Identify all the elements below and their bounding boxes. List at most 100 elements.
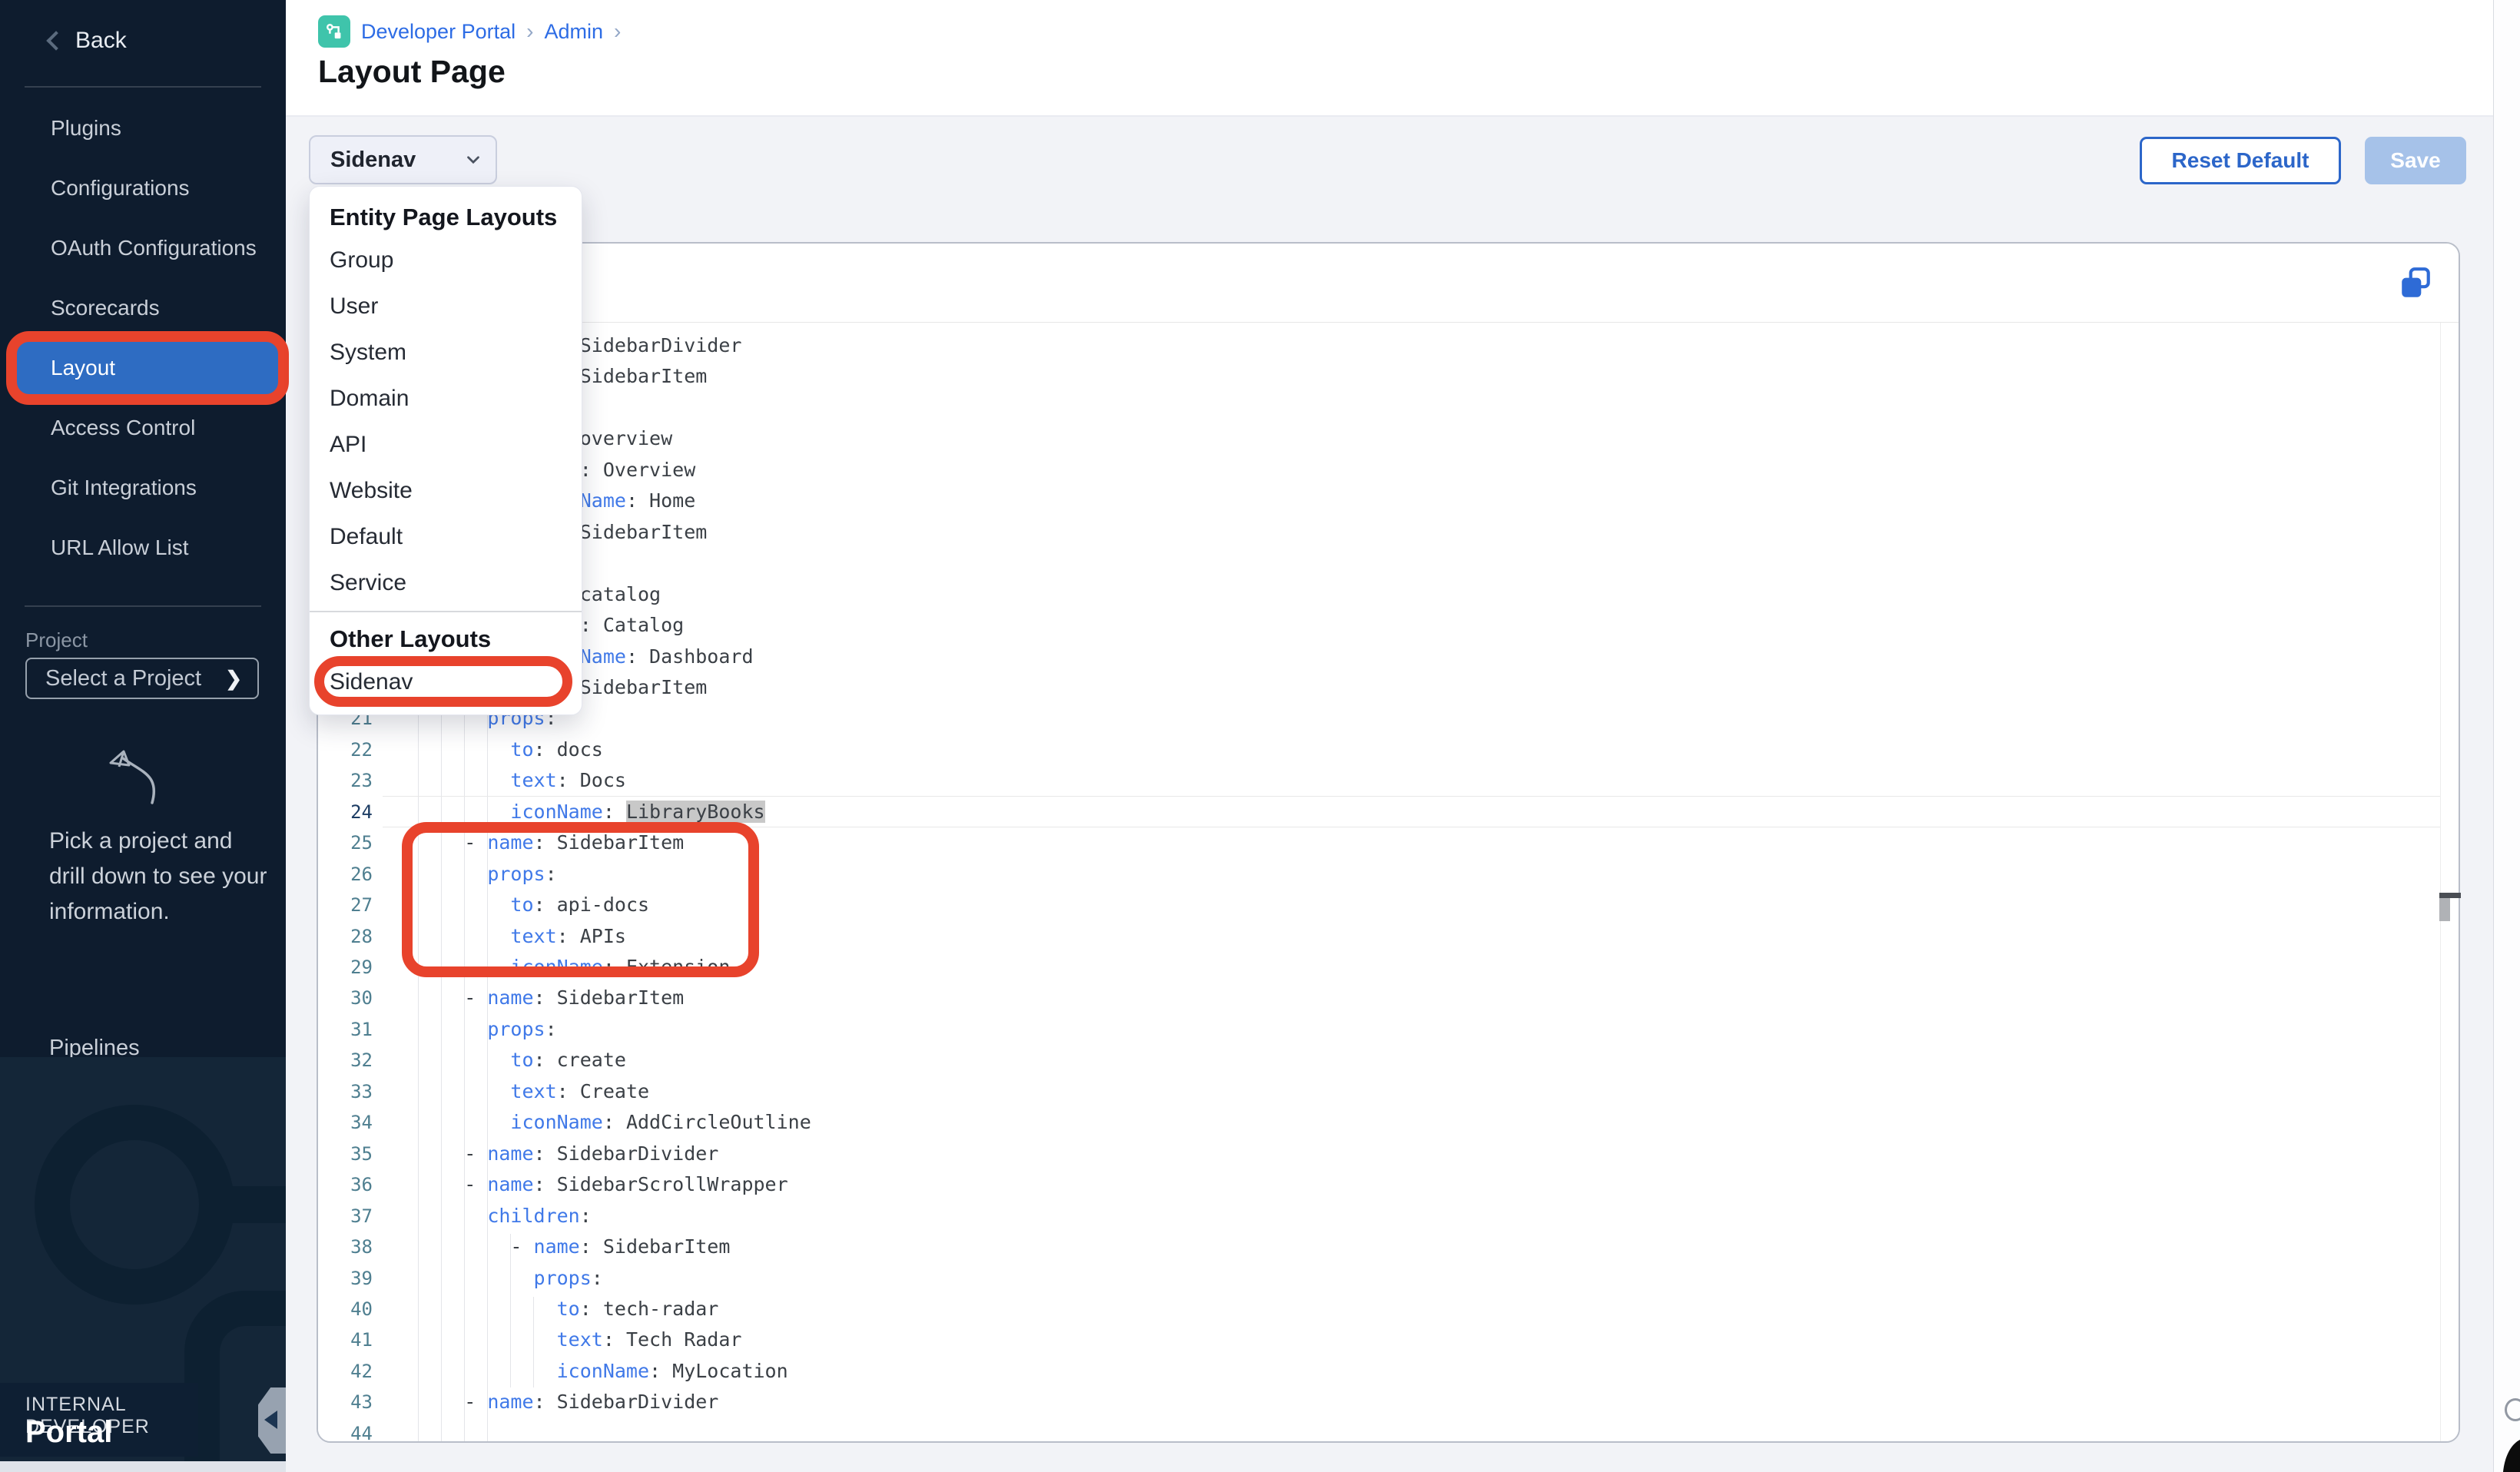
menu-item[interactable]: User <box>310 283 582 330</box>
breadcrumb-chevron-icon: › <box>614 19 621 44</box>
menu-item-label: User <box>330 293 378 320</box>
line-number: 36 <box>318 1169 373 1200</box>
sidebar-nav: Plugins Configurations OAuth Configurati… <box>0 98 286 578</box>
collapse-arrow-icon <box>264 1411 277 1429</box>
decorative-ring <box>35 1105 234 1305</box>
line-number: 37 <box>318 1201 373 1232</box>
sidebar-item-label: Scorecards <box>51 296 160 320</box>
menu-item-sidenav[interactable]: Sidenav <box>310 658 582 706</box>
code-line[interactable]: text: Tech Radar <box>418 1324 741 1355</box>
sidebar-item[interactable]: Configurations <box>17 158 281 218</box>
reset-default-button[interactable]: Reset Default <box>2140 137 2341 184</box>
sidebar-item[interactable]: Plugins <box>17 98 281 158</box>
layout-editor-card: 9101112131415161718192021222324252627282… <box>317 242 2460 1443</box>
menu-item[interactable]: System <box>310 330 582 376</box>
code-line[interactable]: to: create <box>418 1045 626 1076</box>
layout-selector-dropdown[interactable]: Sidenav <box>309 135 497 184</box>
hand-drawn-arrow <box>100 741 192 818</box>
line-number: 38 <box>318 1232 373 1262</box>
menu-item-label: Sidenav <box>330 669 413 695</box>
menu-item[interactable]: API <box>310 422 582 468</box>
menu-section-title: Entity Page Layouts <box>310 197 582 237</box>
code-line[interactable]: iconName: Extension <box>418 952 730 983</box>
menu-item[interactable]: Default <box>310 514 582 560</box>
scroll-position-marker <box>2439 893 2461 898</box>
code-line[interactable]: text: APIs <box>418 921 626 952</box>
line-number: 44 <box>318 1418 373 1443</box>
sidebar-item[interactable]: Layout <box>17 338 281 398</box>
menu-item-label: Service <box>330 570 406 596</box>
line-number: 31 <box>318 1014 373 1045</box>
menu-divider <box>310 611 582 612</box>
back-button[interactable]: Back <box>49 28 127 54</box>
code-line[interactable]: text: Docs <box>418 765 626 796</box>
line-number: 22 <box>318 734 373 765</box>
developer-portal-logo-icon <box>318 15 350 48</box>
page-title: Layout Page <box>318 54 506 90</box>
scrollbar-thumb[interactable] <box>2439 898 2450 921</box>
line-number: 24 <box>318 797 373 827</box>
code-line[interactable]: iconName: LibraryBooks <box>418 797 765 827</box>
sidebar-item-label: Access Control <box>51 416 195 440</box>
menu-item-label: API <box>330 432 366 458</box>
line-number: 25 <box>318 827 373 858</box>
code-line[interactable]: - name: SidebarItem <box>418 983 684 1013</box>
code-line[interactable]: to: tech-radar <box>418 1294 718 1324</box>
sidebar-item[interactable]: Access Control <box>17 398 281 458</box>
decorative-bar <box>227 1186 286 1223</box>
menu-item[interactable]: Website <box>310 468 582 514</box>
line-number: 39 <box>318 1263 373 1294</box>
line-number: 43 <box>318 1387 373 1417</box>
code-line[interactable]: - name: SidebarDivider <box>418 1139 718 1169</box>
sidebar-item-label: Git Integrations <box>51 476 197 500</box>
project-select-button[interactable]: Select a Project ❯ <box>25 658 259 699</box>
breadcrumb-link-admin[interactable]: Admin <box>544 20 603 44</box>
breadcrumb: Developer Portal › Admin › <box>318 15 621 48</box>
other-layout-list: Sidenav <box>310 658 582 706</box>
code-line[interactable]: children: <box>418 1201 592 1232</box>
code-line[interactable]: - name: SidebarDivider <box>418 1387 718 1417</box>
line-number: 40 <box>318 1294 373 1324</box>
sidebar-item-label: Layout <box>51 356 115 380</box>
sidebar-item[interactable]: OAuth Configurations <box>17 218 281 278</box>
code-line[interactable]: - name: SidebarItem <box>418 1232 730 1262</box>
line-number: 33 <box>318 1076 373 1107</box>
code-line[interactable]: iconName: AddCircleOutline <box>418 1107 811 1138</box>
menu-item[interactable]: Group <box>310 237 582 283</box>
menu-item-label: System <box>330 340 406 366</box>
menu-item-label: Domain <box>330 386 409 412</box>
project-hint-text: Pick a project and drill down to see you… <box>49 824 269 930</box>
save-button[interactable]: Save <box>2365 137 2466 184</box>
sidebar-item[interactable]: Git Integrations <box>17 458 281 518</box>
brand-block: INTERNAL DEVELOPER Portal <box>0 1383 198 1457</box>
sidebar-item[interactable]: Scorecards <box>17 278 281 338</box>
code-line[interactable]: text: Create <box>418 1076 649 1107</box>
sidebar-divider <box>25 86 261 88</box>
code-line[interactable]: props: <box>418 1014 557 1045</box>
page-right-border <box>2493 0 2494 1472</box>
code-line[interactable]: props: <box>418 859 557 890</box>
copy-button[interactable] <box>2392 264 2439 303</box>
layout-selector-value: Sidenav <box>330 148 416 173</box>
code-line[interactable]: - name: SidebarItem <box>418 827 684 858</box>
entity-layout-list: Group User System Domain API Website Def… <box>310 237 582 606</box>
code-line[interactable]: to: docs <box>418 734 603 765</box>
brand-title: Portal <box>25 1415 112 1450</box>
menu-item[interactable]: Service <box>310 560 582 606</box>
code-line[interactable]: - name: SidebarScrollWrapper <box>418 1169 788 1200</box>
sidebar-footer-decoration: INTERNAL DEVELOPER Portal <box>0 1057 286 1472</box>
code-line[interactable]: props: <box>418 1263 603 1294</box>
page-right-gutter <box>2494 0 2520 1472</box>
yaml-editor[interactable]: 9101112131415161718192021222324252627282… <box>318 323 2459 1443</box>
line-number: 41 <box>318 1324 373 1355</box>
sidebar-item[interactable]: URL Allow List <box>17 518 281 578</box>
line-number: 35 <box>318 1139 373 1169</box>
chevron-right-icon: ❯ <box>225 667 242 691</box>
menu-item[interactable]: Domain <box>310 376 582 422</box>
code-line[interactable]: to: api-docs <box>418 890 649 920</box>
breadcrumb-link-portal[interactable]: Developer Portal <box>361 20 516 44</box>
line-number: 23 <box>318 765 373 796</box>
sidebar-item-label: Configurations <box>51 176 190 201</box>
code-line[interactable]: iconName: MyLocation <box>418 1356 788 1387</box>
editor-gutter-line <box>2440 323 2441 1443</box>
